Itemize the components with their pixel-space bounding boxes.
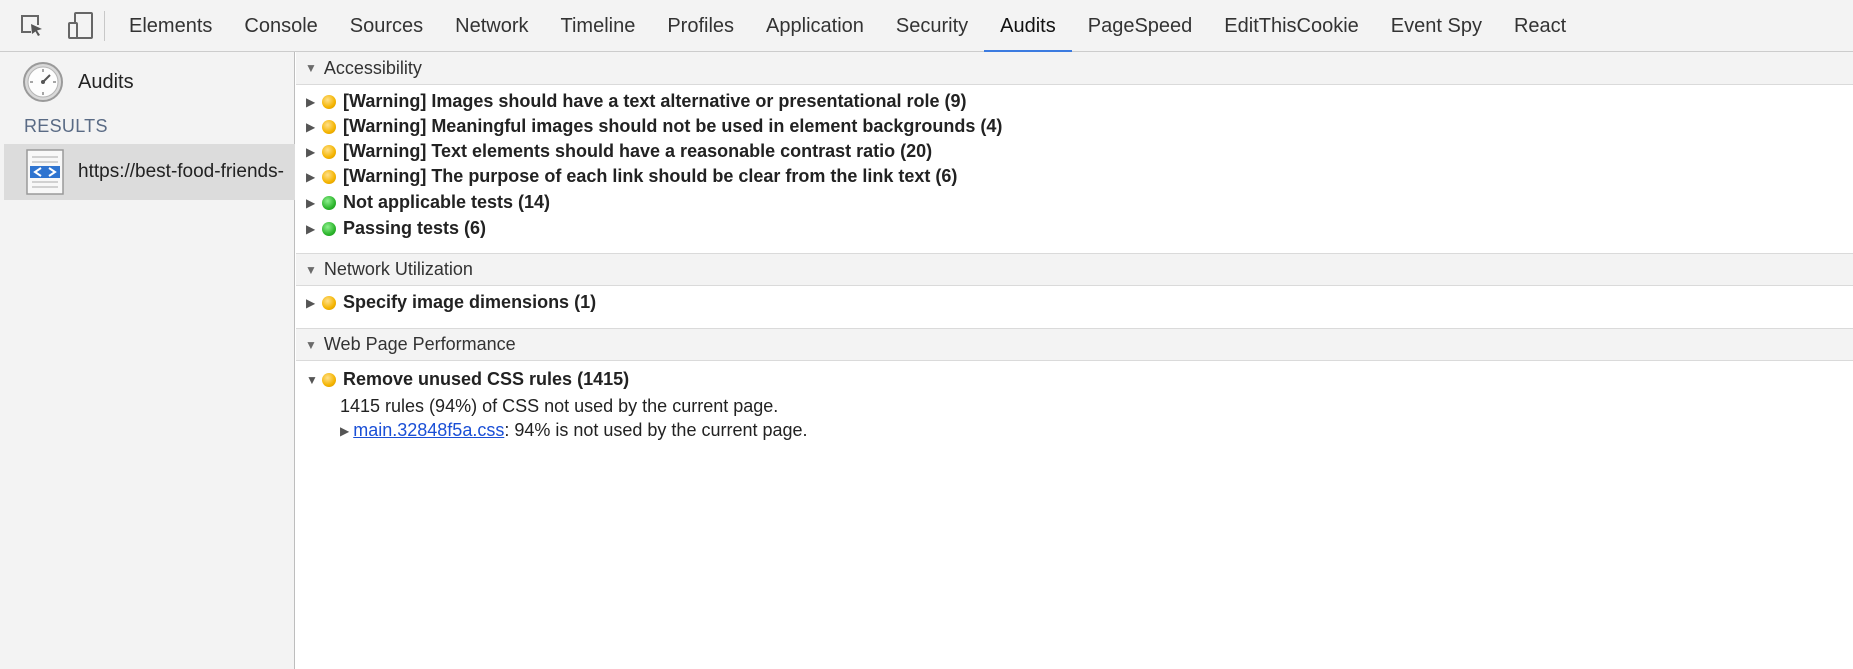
collapse-triangle-icon: ▼ xyxy=(305,61,317,75)
category-network-utilization[interactable]: ▼ Network Utilization xyxy=(296,253,1853,286)
category-web-page-performance[interactable]: ▼ Web Page Performance xyxy=(296,328,1853,361)
warning-status-icon xyxy=(322,94,336,109)
category-title: Web Page Performance xyxy=(323,334,516,354)
expand-triangle-icon: ▶ xyxy=(306,94,316,109)
audit-results-panel: ▼ Accessibility ▶ [Warning] Images shoul… xyxy=(296,52,1853,669)
tab-editthiscookie[interactable]: EditThisCookie xyxy=(1208,0,1375,52)
device-mode-icon[interactable] xyxy=(64,9,98,43)
audit-row-text: Specify image dimensions (1) xyxy=(343,292,597,312)
warning-status-icon xyxy=(322,169,336,184)
expand-triangle-icon: ▶ xyxy=(306,295,316,310)
audit-row-text: [Warning] Meaningful images should not b… xyxy=(343,116,1003,136)
sidebar-item-audits[interactable]: Audits xyxy=(22,60,134,104)
pass-status-icon xyxy=(322,221,336,236)
panel-tabs: Elements Console Sources Network Timelin… xyxy=(113,0,1582,53)
audit-row[interactable]: ▶ [Warning] Meaningful images should not… xyxy=(296,114,1002,139)
audit-detail-text: 1415 rules (94%) of CSS not used by the … xyxy=(340,396,779,416)
audit-row[interactable]: ▶ Not applicable tests (14) xyxy=(296,190,550,215)
expand-triangle-icon: ▶ xyxy=(306,169,316,184)
warning-status-icon xyxy=(322,144,336,159)
expand-triangle-icon: ▶ xyxy=(306,195,316,210)
tab-profiles[interactable]: Profiles xyxy=(651,0,750,52)
collapse-triangle-icon: ▼ xyxy=(305,337,317,352)
collapse-triangle-icon: ▼ xyxy=(305,262,317,277)
toolbar-separator xyxy=(104,10,105,41)
inspect-element-icon[interactable] xyxy=(16,9,50,43)
audit-sub-text: : 94% is not used by the current page. xyxy=(504,420,808,440)
results-heading: RESULTS xyxy=(24,116,108,136)
audit-row[interactable]: ▶ Specify image dimensions (1) xyxy=(296,290,596,315)
category-title: Accessibility xyxy=(323,57,422,78)
audits-sidebar: Audits RESULTS https://best-food-friends… xyxy=(0,52,295,669)
audit-row[interactable]: ▶ [Warning] Text elements should have a … xyxy=(296,139,932,164)
audit-row-text: Not applicable tests (14) xyxy=(343,192,551,212)
tab-react[interactable]: React xyxy=(1498,0,1582,52)
audit-row-text: Passing tests (6) xyxy=(343,218,487,238)
category-accessibility[interactable]: ▼ Accessibility xyxy=(296,52,1853,85)
warning-status-icon xyxy=(322,119,336,134)
css-file-link[interactable]: main.32848f5a.css xyxy=(353,420,504,441)
tab-security[interactable]: Security xyxy=(880,0,984,52)
audits-gauge-icon xyxy=(23,62,63,102)
devtools-toolbar: Elements Console Sources Network Timelin… xyxy=(0,0,1853,53)
tab-pagespeed[interactable]: PageSpeed xyxy=(1072,0,1209,52)
audit-row[interactable]: ▶ Passing tests (6) xyxy=(296,216,486,241)
audit-sub-item[interactable]: ▶ main.32848f5a.css: 94% is not used by … xyxy=(340,420,808,441)
expand-triangle-icon: ▶ xyxy=(306,144,316,159)
audit-row[interactable]: ▶ [Warning] The purpose of each link sho… xyxy=(296,164,957,189)
tab-audits[interactable]: Audits xyxy=(984,0,1072,53)
warning-status-icon xyxy=(322,372,336,387)
pass-status-icon xyxy=(322,195,336,210)
audit-row-expanded[interactable]: ▼ Remove unused CSS rules (1415) xyxy=(296,367,629,392)
expand-triangle-icon: ▶ xyxy=(340,423,350,438)
sidebar-result-item[interactable]: https://best-food-friends- xyxy=(4,144,295,200)
tab-console[interactable]: Console xyxy=(228,0,333,52)
toolbar-icons xyxy=(0,0,98,52)
tab-timeline[interactable]: Timeline xyxy=(545,0,652,52)
tab-elements[interactable]: Elements xyxy=(113,0,228,52)
tab-event-spy[interactable]: Event Spy xyxy=(1375,0,1498,52)
expand-triangle-icon: ▶ xyxy=(306,221,316,236)
warning-status-icon xyxy=(322,295,336,310)
web-document-icon xyxy=(26,149,64,195)
audit-row-text: [Warning] Images should have a text alte… xyxy=(343,91,967,111)
audit-row-text: [Warning] Text elements should have a re… xyxy=(343,141,933,161)
sidebar-result-label: https://best-food-friends- xyxy=(78,161,284,182)
category-title: Network Utilization xyxy=(323,259,473,279)
audit-row[interactable]: ▶ [Warning] Images should have a text al… xyxy=(296,89,966,114)
audit-row-text: [Warning] The purpose of each link shoul… xyxy=(343,166,958,186)
tab-network[interactable]: Network xyxy=(439,0,544,52)
tab-sources[interactable]: Sources xyxy=(334,0,439,52)
audit-row-text: Remove unused CSS rules (1415) xyxy=(343,369,630,389)
collapse-triangle-icon: ▼ xyxy=(306,372,318,387)
tab-application[interactable]: Application xyxy=(750,0,880,52)
expand-triangle-icon: ▶ xyxy=(306,119,316,134)
sidebar-audits-label: Audits xyxy=(78,70,134,93)
